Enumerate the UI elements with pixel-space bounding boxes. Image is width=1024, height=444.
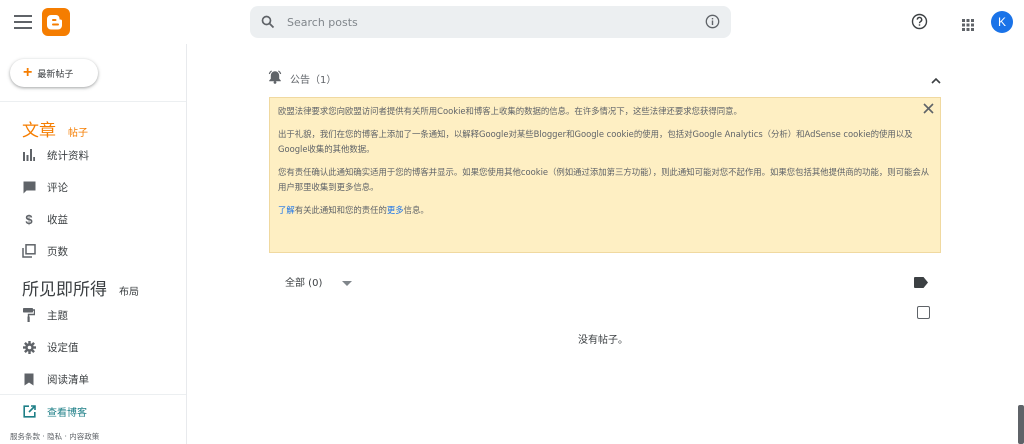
notice-text: 信息。 bbox=[403, 204, 429, 215]
sidebar-item-label: 页数 bbox=[47, 245, 68, 258]
sidebar: + 最新帖子 文章 帖子 统计资料 评论 $ 收益 页数 所见即所得 布局 主题… bbox=[0, 44, 187, 444]
posts-filter-dropdown[interactable]: 全部 (0) bbox=[285, 272, 353, 291]
footer-links[interactable]: 服务条款 · 隐私 · 内容政策 bbox=[10, 431, 99, 442]
info-icon[interactable] bbox=[705, 14, 720, 33]
search-icon[interactable] bbox=[261, 14, 275, 33]
notice-paragraph: 出于礼貌，我们在您的博客上添加了一条通知，以解释Google对某些Blogger… bbox=[278, 128, 913, 155]
avatar[interactable]: K bbox=[991, 11, 1013, 33]
notice-text: 有关此通知和您的责任的 bbox=[294, 204, 387, 215]
notice-paragraph: 了解有关此通知和您的责任的更多信息。 bbox=[278, 203, 932, 219]
new-post-button[interactable]: + 最新帖子 bbox=[10, 59, 98, 87]
comment-icon bbox=[22, 180, 36, 194]
empty-message: 没有帖子。 bbox=[578, 335, 628, 346]
apps-grid-icon[interactable] bbox=[962, 16, 974, 35]
paint-roller-icon bbox=[22, 308, 36, 322]
sidebar-item-label: 统计资料 bbox=[47, 149, 89, 162]
chevron-up-icon[interactable] bbox=[930, 72, 942, 91]
sidebar-item-label: 设定值 bbox=[47, 341, 79, 354]
posts-section[interactable]: 文章 帖子 bbox=[22, 116, 88, 141]
main-content: 公告（1） 欧盟法律要求您向欧盟访问者提供有关所用Cookie和博客上收集的数据… bbox=[188, 44, 1024, 444]
sidebar-item-stats[interactable]: 统计资料 bbox=[22, 144, 182, 166]
gear-icon bbox=[22, 340, 36, 354]
layout-section[interactable]: 所见即所得 布局 bbox=[22, 275, 139, 300]
sidebar-item-pages[interactable]: 页数 bbox=[22, 240, 182, 262]
open-in-new-icon bbox=[22, 404, 36, 418]
new-post-label: 最新帖子 bbox=[37, 69, 74, 80]
cookie-notice: 欧盟法律要求您向欧盟访问者提供有关所用Cookie和博客上收集的数据的信息。在许… bbox=[269, 97, 941, 253]
sidebar-item-label: 阅读清单 bbox=[47, 373, 89, 386]
sidebar-item-earnings[interactable]: $ 收益 bbox=[22, 208, 182, 230]
learn-link[interactable]: 了解 bbox=[278, 205, 295, 215]
blogger-logo[interactable] bbox=[42, 8, 70, 36]
menu-icon[interactable] bbox=[14, 15, 32, 29]
search-bar bbox=[250, 6, 731, 38]
sidebar-item-settings[interactable]: 设定值 bbox=[22, 336, 182, 358]
divider bbox=[0, 394, 186, 395]
notice-header[interactable]: 公告（1） bbox=[268, 68, 942, 88]
caret-down-icon bbox=[342, 272, 353, 291]
search-input[interactable] bbox=[287, 12, 687, 32]
close-icon[interactable] bbox=[923, 103, 934, 120]
scrollbar[interactable] bbox=[1018, 405, 1024, 444]
plus-icon: + bbox=[23, 64, 33, 81]
filter-label: 全部 (0) bbox=[285, 278, 323, 289]
notice-paragraph: 您有责任确认此通知确实适用于您的博客并显示。如果您使用其他cookie（例如通过… bbox=[278, 166, 930, 193]
notice-paragraph: 欧盟法律要求您向欧盟访问者提供有关所用Cookie和博客上收集的数据的信息。在许… bbox=[278, 106, 742, 116]
bookmark-icon bbox=[22, 372, 36, 386]
sidebar-item-reading-list[interactable]: 阅读清单 bbox=[22, 368, 182, 390]
posts-subtitle[interactable]: 帖子 bbox=[68, 124, 88, 139]
sidebar-item-label: 主题 bbox=[47, 309, 68, 322]
more-link[interactable]: 更多 bbox=[387, 205, 404, 215]
bell-icon bbox=[268, 69, 282, 88]
divider bbox=[0, 101, 186, 102]
layout-title[interactable]: 所见即所得 bbox=[22, 275, 107, 300]
pages-icon bbox=[22, 244, 36, 258]
sidebar-item-theme[interactable]: 主题 bbox=[22, 304, 182, 326]
select-all-checkbox[interactable] bbox=[917, 306, 930, 319]
view-blog-link[interactable]: 查看博客 bbox=[22, 400, 182, 422]
sidebar-item-comments[interactable]: 评论 bbox=[22, 176, 182, 198]
sidebar-item-label: 评论 bbox=[47, 181, 68, 194]
notice-label: 公告（1） bbox=[290, 74, 337, 86]
sidebar-item-label: 收益 bbox=[47, 213, 68, 226]
view-blog-label: 查看博客 bbox=[47, 407, 87, 419]
dollar-icon: $ bbox=[25, 211, 33, 227]
bar-chart-icon bbox=[22, 148, 36, 162]
top-bar: K bbox=[0, 0, 1024, 44]
layout-subtitle[interactable]: 布局 bbox=[119, 283, 139, 298]
help-icon[interactable] bbox=[911, 13, 928, 34]
posts-title[interactable]: 文章 bbox=[22, 116, 56, 141]
label-icon[interactable] bbox=[914, 273, 928, 292]
